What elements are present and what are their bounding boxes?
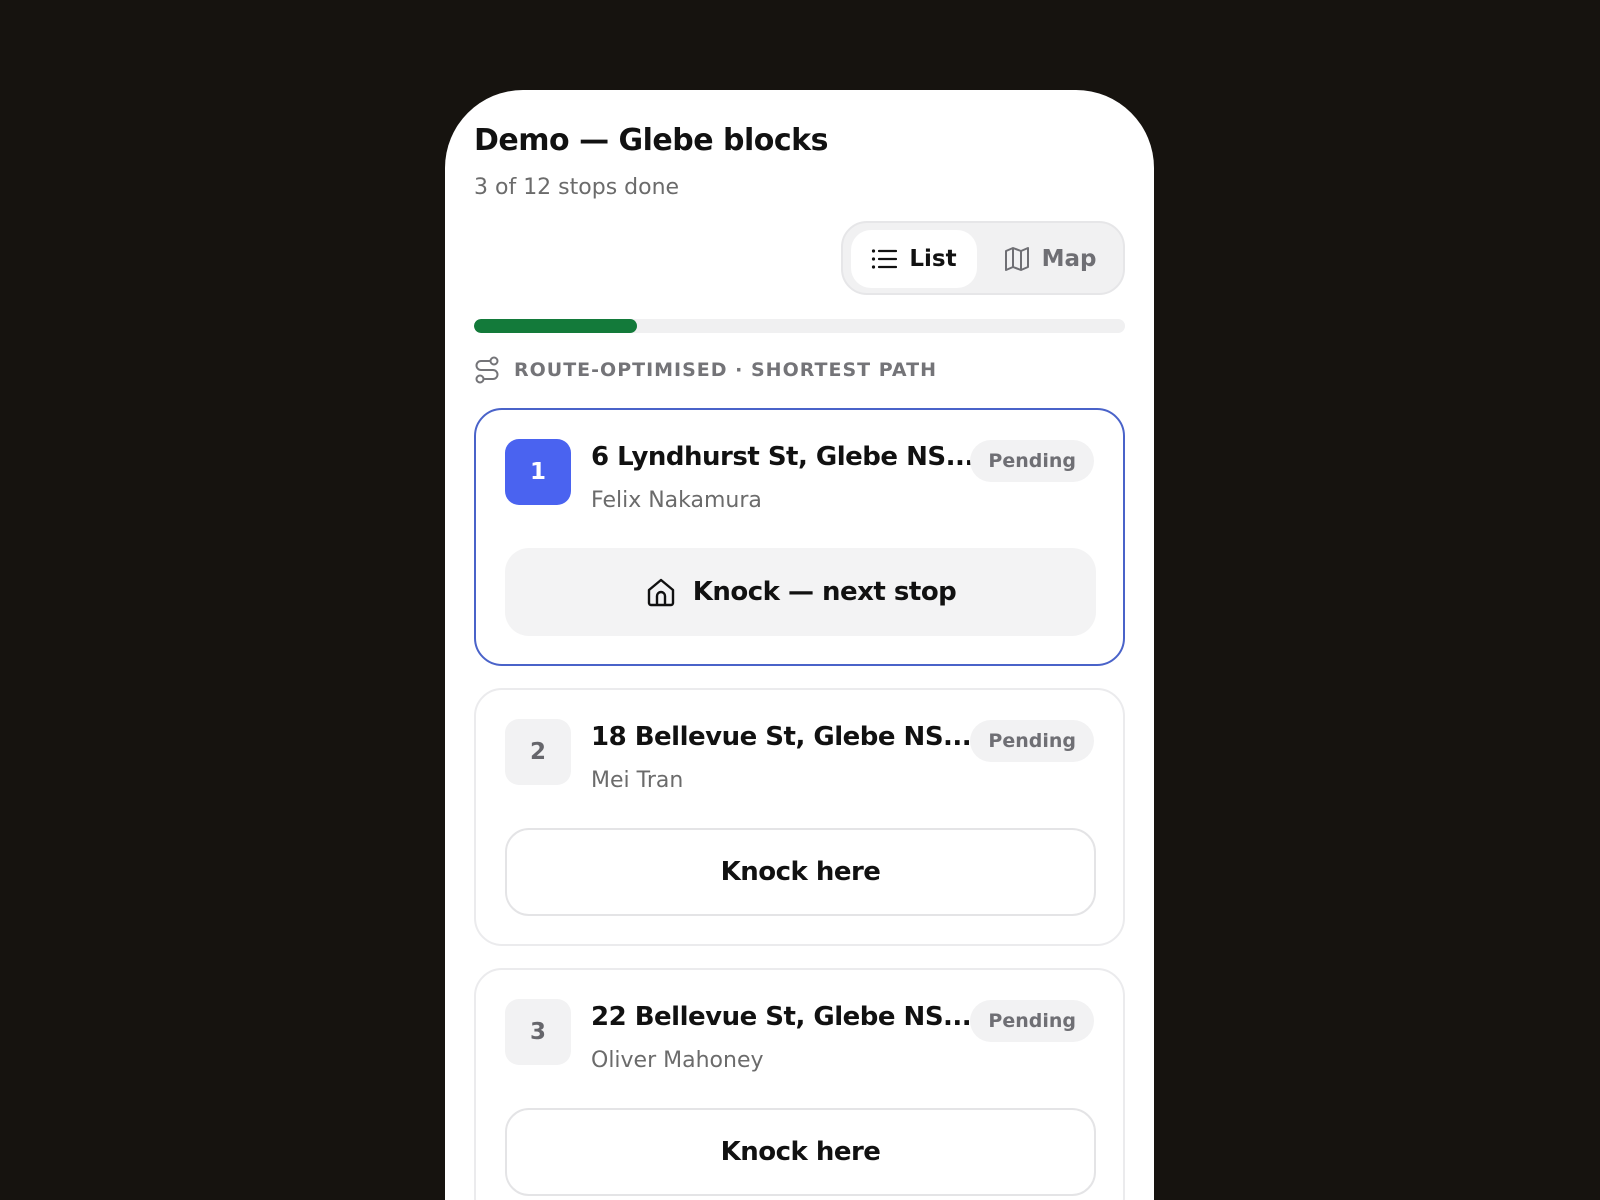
view-toggle: List Map [841, 221, 1125, 295]
list-view-label: List [909, 246, 957, 272]
stop-card[interactable]: 2 18 Bellevue St, Glebe NS... Mei Tran P… [474, 688, 1125, 946]
progress-bar-fill [474, 319, 637, 333]
stop-address: 22 Bellevue St, Glebe NS... [591, 1002, 971, 1032]
status-badge: Pending [970, 1000, 1094, 1042]
home-icon [647, 578, 674, 607]
map-view-button[interactable]: Map [983, 230, 1117, 288]
stop-resident: Oliver Mahoney [591, 1048, 764, 1073]
stop-resident: Felix Nakamura [591, 488, 762, 513]
map-view-label: Map [1041, 246, 1097, 272]
stop-card[interactable]: 3 22 Bellevue St, Glebe NS... Oliver Mah… [474, 968, 1125, 1200]
status-badge: Pending [970, 720, 1094, 762]
stop-number: 1 [505, 439, 571, 505]
progress-bar [474, 319, 1125, 333]
app-screen: Demo — Glebe blocks 3 of 12 stops done L… [445, 90, 1154, 1200]
knock-next-stop-button[interactable]: Knock — next stop [505, 548, 1096, 636]
map-icon [1004, 247, 1029, 271]
page-title: Demo — Glebe blocks [474, 123, 829, 158]
status-badge: Pending [970, 440, 1094, 482]
route-mode: ROUTE-OPTIMISED · SHORTEST PATH [474, 356, 937, 384]
knock-here-button[interactable]: Knock here [505, 1108, 1096, 1196]
progress-summary: 3 of 12 stops done [474, 175, 680, 200]
list-icon [872, 249, 898, 269]
knock-here-button[interactable]: Knock here [505, 828, 1096, 916]
route-icon [475, 356, 499, 384]
knock-next-stop-label: Knock — next stop [692, 577, 957, 607]
stop-address: 18 Bellevue St, Glebe NS... [591, 722, 971, 752]
stop-address: 6 Lyndhurst St, Glebe NS... [591, 442, 971, 472]
stop-number: 2 [505, 719, 571, 785]
stop-resident: Mei Tran [591, 768, 684, 793]
route-mode-label: ROUTE-OPTIMISED · SHORTEST PATH [514, 359, 937, 381]
list-view-button[interactable]: List [851, 230, 977, 288]
stop-card[interactable]: 1 6 Lyndhurst St, Glebe NS... Felix Naka… [474, 408, 1125, 666]
stop-number: 3 [505, 999, 571, 1065]
